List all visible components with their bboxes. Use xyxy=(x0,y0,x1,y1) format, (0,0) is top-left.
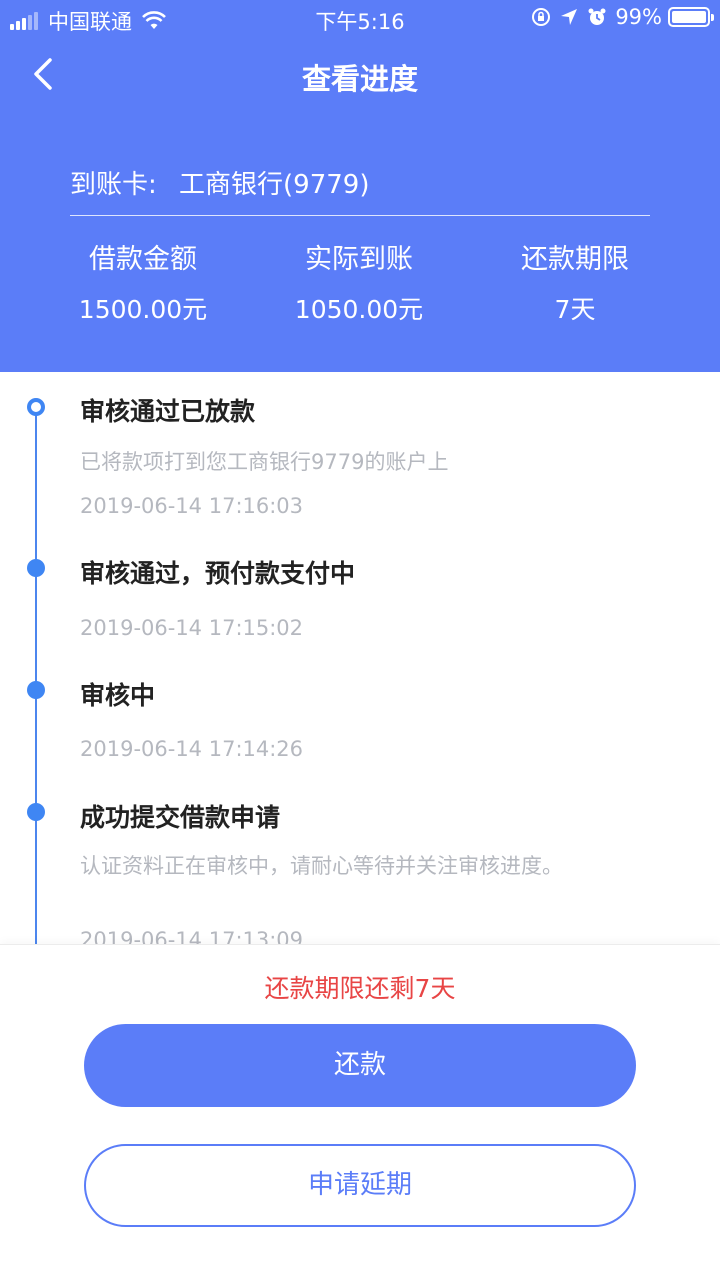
timeline-title: 成功提交借款申请 xyxy=(80,803,281,832)
timeline-dot xyxy=(27,803,45,821)
header: 中国联通 下午5:16 99% 查看进度 到账卡: 工商银行(9779) 借款金… xyxy=(0,0,720,372)
stat-value: 1050.00元 xyxy=(294,295,424,324)
stat-actual-received: 实际到账 1050.00元 xyxy=(251,240,467,328)
card-label: 到账卡: xyxy=(70,170,157,200)
stat-label: 借款金额 xyxy=(89,244,197,275)
timeline-desc: 认证资料正在审核中，请耐心等待并关注审核进度。 xyxy=(80,854,563,878)
page-title: 查看进度 xyxy=(301,62,418,96)
nav-bar: 查看进度 xyxy=(0,44,720,104)
repay-button[interactable]: 还款 xyxy=(84,1024,636,1107)
bottom-action-panel: 还款期限还剩7天 还款 申请延期 xyxy=(0,944,720,1280)
apply-extension-button[interactable]: 申请延期 xyxy=(84,1144,636,1227)
loan-stats: 借款金额 1500.00元 实际到账 1050.00元 还款期限 7天 xyxy=(0,240,720,328)
stat-loan-amount: 借款金额 1500.00元 xyxy=(35,240,251,328)
alarm-icon xyxy=(588,8,606,25)
remaining-term-notice: 还款期限还剩7天 xyxy=(264,974,456,1003)
battery-icon xyxy=(668,7,714,27)
timeline-dot xyxy=(27,559,45,577)
status-bar: 中国联通 下午5:16 99% xyxy=(0,0,720,38)
battery-percent: 99% xyxy=(615,5,662,29)
timeline-title: 审核通过已放款 xyxy=(80,397,256,426)
timeline-time: 2019-06-14 17:13:09 xyxy=(80,928,304,944)
timeline-line xyxy=(35,408,37,944)
timeline-time: 2019-06-14 17:15:02 xyxy=(80,616,304,640)
timeline-desc: 已将款项打到您工商银行9779的账户上 xyxy=(80,450,449,474)
stat-repay-term: 还款期限 7天 xyxy=(467,240,683,328)
card-value: 工商银行(9779) xyxy=(179,170,370,200)
timeline-title: 审核通过，预付款支付中 xyxy=(80,559,356,588)
stat-value: 1500.00元 xyxy=(78,295,208,324)
timeline-time: 2019-06-14 17:14:26 xyxy=(80,737,304,761)
receiving-card: 到账卡: 工商银行(9779) xyxy=(70,164,650,201)
stat-label: 还款期限 xyxy=(521,244,629,275)
stat-label: 实际到账 xyxy=(305,244,413,275)
orientation-lock-icon xyxy=(532,8,551,26)
header-divider xyxy=(70,215,650,216)
progress-timeline[interactable]: 审核通过已放款 已将款项打到您工商银行9779的账户上 2019-06-14 1… xyxy=(0,372,720,944)
battery-fill xyxy=(672,11,706,23)
timeline-dot xyxy=(27,681,45,699)
timeline-dot-active xyxy=(27,398,45,416)
timeline-time: 2019-06-14 17:16:03 xyxy=(80,494,304,518)
location-icon xyxy=(561,9,578,25)
timeline-title: 审核中 xyxy=(80,681,156,710)
status-right: 99% xyxy=(531,5,714,29)
stat-value: 7天 xyxy=(554,295,596,324)
